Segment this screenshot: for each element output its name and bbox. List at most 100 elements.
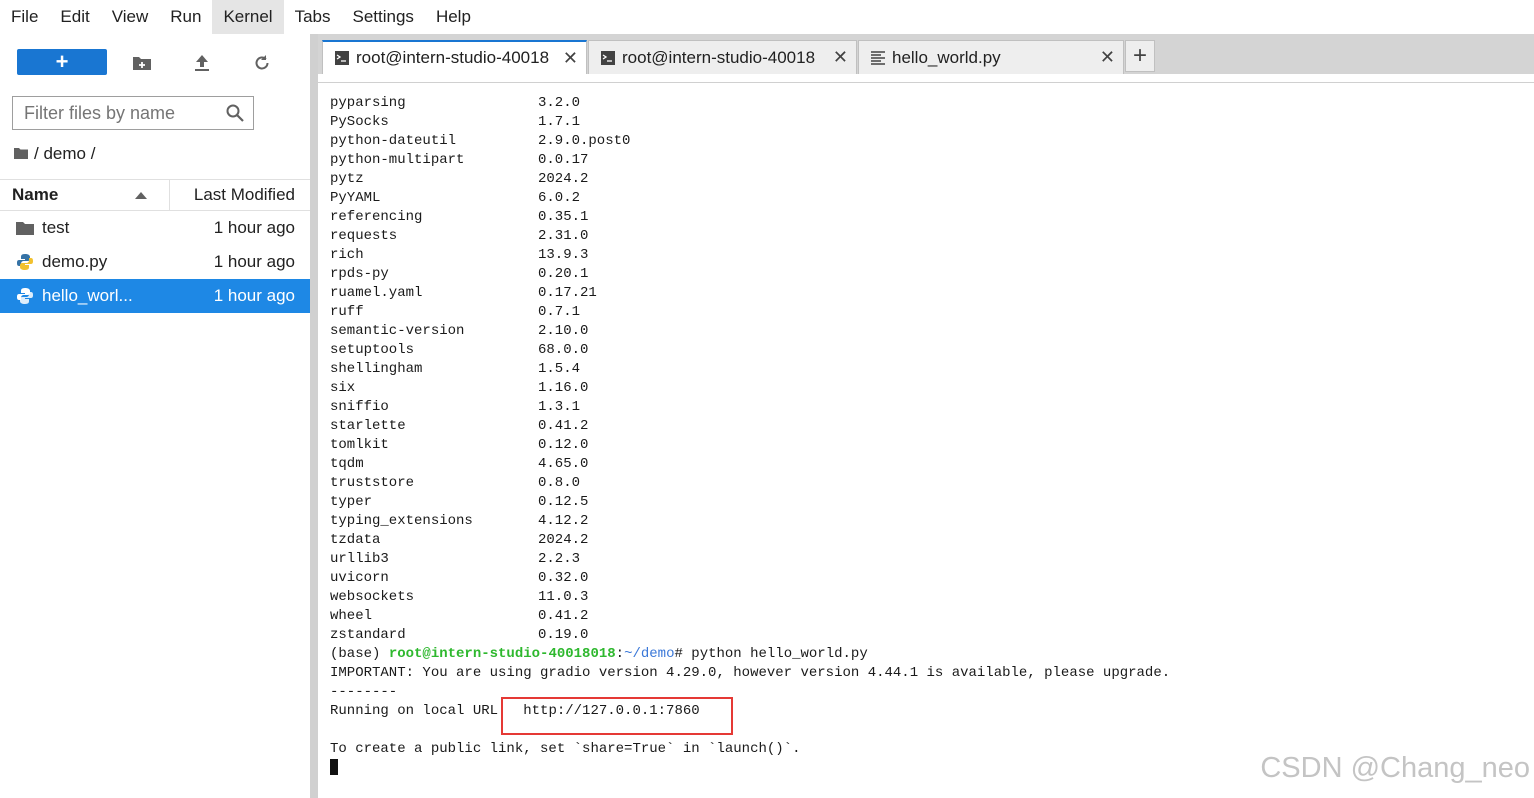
tab-underline: [318, 74, 1534, 83]
package-name: tqdm: [330, 456, 364, 472]
package-name: zstandard: [330, 627, 406, 643]
breadcrumb-path[interactable]: / demo /: [34, 144, 95, 164]
file-modified: 1 hour ago: [213, 286, 295, 305]
package-version: 1.3.1: [538, 399, 581, 415]
package-version: 0.19.0: [538, 627, 589, 643]
package-name: requests: [330, 228, 398, 244]
close-tab-icon[interactable]: ✕: [833, 48, 848, 66]
file-row-hello-world-py[interactable]: hello_worl... 1 hour ago: [0, 279, 310, 313]
package-version: 1.16.0: [538, 380, 589, 396]
package-version: 3.2.0: [538, 95, 581, 111]
terminal-output[interactable]: pyparsing 3.2.0 PySocks 1.7.1 python-dateuti…: [318, 83, 1534, 798]
package-version: 2024.2: [538, 171, 589, 187]
package-name: python-multipart: [330, 152, 465, 168]
gradio-warning-line: IMPORTANT: You are using gradio version …: [330, 665, 1171, 681]
share-hint-line: To create a public link, set `share=True…: [330, 741, 801, 757]
new-folder-icon[interactable]: [130, 51, 154, 75]
package-name: tomlkit: [330, 437, 389, 453]
menu-run[interactable]: Run: [159, 0, 212, 34]
menu-tabs[interactable]: Tabs: [284, 0, 342, 34]
search-icon: [226, 104, 244, 127]
file-name: hello_worl...: [42, 286, 133, 305]
file-list-header: Name Last Modified: [0, 179, 310, 211]
package-version: 2.9.0.post0: [538, 133, 631, 149]
package-version: 0.8.0: [538, 475, 581, 491]
package-version: 0.35.1: [538, 209, 589, 225]
package-version: 0.0.17: [538, 152, 589, 168]
column-name-header[interactable]: Name: [0, 180, 170, 210]
package-name: typer: [330, 494, 373, 510]
package-version: 1.5.4: [538, 361, 581, 377]
panel-splitter[interactable]: [310, 34, 318, 798]
package-name: urllib3: [330, 551, 389, 567]
package-version: 11.0.3: [538, 589, 589, 605]
url-highlight-box: [501, 697, 733, 735]
menu-edit[interactable]: Edit: [49, 0, 100, 34]
terminal-cursor: [330, 759, 338, 775]
package-name: rich: [330, 247, 364, 263]
package-version: 2.10.0: [538, 323, 589, 339]
breadcrumb: / demo /: [14, 144, 95, 164]
package-version: 2.31.0: [538, 228, 589, 244]
separator-line: --------: [330, 684, 398, 700]
tab-bar: root@intern-studio-40018 ✕ root@intern-s…: [318, 34, 1534, 74]
python-file-icon: [15, 286, 35, 306]
package-name: setuptools: [330, 342, 415, 358]
package-version: 0.41.2: [538, 418, 589, 434]
add-tab-button[interactable]: +: [1125, 40, 1155, 72]
file-name: demo.py: [42, 252, 108, 271]
menu-settings[interactable]: Settings: [342, 0, 425, 34]
package-version: 0.17.21: [538, 285, 597, 301]
package-version: 0.32.0: [538, 570, 589, 586]
package-version: 0.7.1: [538, 304, 581, 320]
file-row-demo-py[interactable]: demo.py 1 hour ago: [0, 245, 310, 279]
package-version: 6.0.2: [538, 190, 581, 206]
close-tab-icon[interactable]: ✕: [563, 49, 578, 67]
package-version: 2024.2: [538, 532, 589, 548]
package-name: six: [330, 380, 356, 396]
watermark: CSDN @Chang_neo: [1260, 752, 1530, 784]
package-version: 0.12.5: [538, 494, 589, 510]
package-name: typing_extensions: [330, 513, 473, 529]
package-version: 2.2.3: [538, 551, 581, 567]
package-version: 0.41.2: [538, 608, 589, 624]
package-name: sniffio: [330, 399, 389, 415]
package-name: tzdata: [330, 532, 381, 548]
package-name: PySocks: [330, 114, 389, 130]
filter-input[interactable]: [13, 101, 226, 125]
file-name: test: [42, 218, 70, 237]
folder-icon[interactable]: [14, 144, 28, 164]
text-file-icon: [871, 50, 885, 65]
prompt-line: (base) root@intern-studio-40018018:~/dem…: [330, 646, 868, 662]
menu-kernel[interactable]: Kernel: [212, 0, 284, 34]
package-name: pyparsing: [330, 95, 406, 111]
package-version: 4.12.2: [538, 513, 589, 529]
package-version: 0.12.0: [538, 437, 589, 453]
file-modified: 1 hour ago: [213, 252, 295, 271]
new-launcher-button[interactable]: +: [17, 49, 107, 75]
file-row-test[interactable]: test 1 hour ago: [0, 211, 310, 245]
upload-icon[interactable]: [190, 51, 214, 75]
tab-label: root@intern-studio-40018: [356, 48, 550, 67]
refresh-icon[interactable]: [250, 51, 274, 75]
column-modified-header[interactable]: Last Modified: [170, 180, 310, 210]
close-tab-icon[interactable]: ✕: [1100, 48, 1115, 66]
tab-editor-hello-world[interactable]: hello_world.py ✕: [858, 40, 1124, 74]
package-version: 68.0.0: [538, 342, 589, 358]
package-name: PyYAML: [330, 190, 381, 206]
package-name: truststore: [330, 475, 415, 491]
package-version: 4.65.0: [538, 456, 589, 472]
tab-label: root@intern-studio-40018: [622, 47, 816, 67]
menu-help[interactable]: Help: [425, 0, 482, 34]
package-name: referencing: [330, 209, 423, 225]
python-file-icon: [15, 252, 35, 272]
tab-terminal-2[interactable]: root@intern-studio-40018 ✕: [588, 40, 857, 74]
filter-files-field[interactable]: [12, 96, 254, 130]
package-name: websockets: [330, 589, 415, 605]
tab-terminal-1[interactable]: root@intern-studio-40018 ✕: [322, 40, 587, 74]
terminal-icon: [335, 51, 349, 65]
file-modified: 1 hour ago: [213, 218, 295, 237]
package-name: python-dateutil: [330, 133, 457, 149]
menu-view[interactable]: View: [101, 0, 160, 34]
menu-file[interactable]: File: [0, 0, 49, 34]
